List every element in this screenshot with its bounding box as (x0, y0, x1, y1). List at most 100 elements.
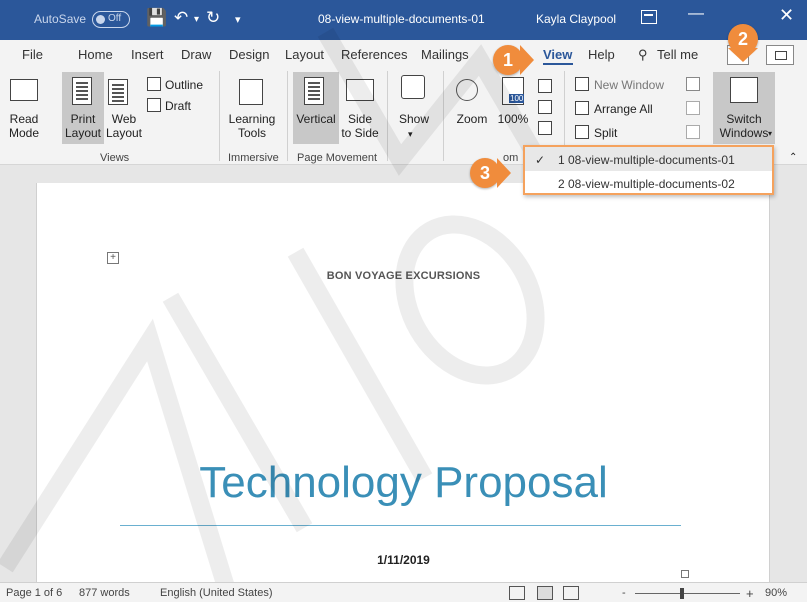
tab-home[interactable]: Home (78, 47, 113, 62)
menu-item-document-02[interactable]: 2 08-view-multiple-documents-02 (558, 177, 735, 191)
tab-view[interactable]: View (543, 47, 572, 62)
search-icon[interactable]: ⚲ (638, 47, 648, 63)
close-icon[interactable]: ✕ (779, 5, 794, 26)
read-mode-view-icon[interactable] (509, 586, 525, 600)
group-separator (443, 71, 444, 161)
customize-qat-icon[interactable]: ▾ (235, 13, 241, 26)
document-date: 1/11/2019 (377, 553, 430, 567)
views-group-label: Views (100, 152, 130, 164)
tab-draw[interactable]: Draw (181, 47, 211, 62)
web-layout-label-1: Web (111, 112, 137, 126)
vertical-button[interactable]: Vertical (293, 112, 339, 126)
web-layout-view-icon[interactable] (563, 586, 579, 600)
print-layout-label-1: Print (70, 112, 96, 126)
undo-icon[interactable]: ↶ (174, 8, 188, 28)
page-count[interactable]: Page 1 of 6 (6, 587, 62, 599)
tab-help[interactable]: Help (588, 47, 615, 62)
group-separator (219, 71, 220, 161)
hundred-badge: 100 (509, 94, 525, 103)
new-window-button[interactable]: New Window (594, 78, 664, 92)
callout-step-1: 1 (493, 45, 523, 75)
learning-tools-icon (239, 79, 263, 105)
switch-windows-button[interactable]: Switch Windows (713, 112, 775, 140)
toggle-knob (96, 15, 105, 24)
tab-insert[interactable]: Insert (131, 47, 164, 62)
switch-windows-menu: ✓ 1 08-view-multiple-documents-01 2 08-v… (523, 145, 774, 195)
one-page-icon[interactable] (538, 79, 552, 93)
tab-layout[interactable]: Layout (285, 47, 324, 62)
active-tab-indicator (543, 63, 573, 65)
side-to-side-icon (346, 79, 374, 101)
user-name[interactable]: Kayla Claypool (536, 12, 616, 26)
draft-button[interactable]: Draft (165, 99, 191, 113)
print-layout-view-icon[interactable] (537, 586, 553, 600)
autosave-label: AutoSave (34, 12, 87, 26)
zoom-slider[interactable] (635, 593, 740, 594)
synchronous-scrolling-icon[interactable] (686, 101, 700, 115)
print-layout-label-2: Layout (64, 126, 102, 140)
zoom-button[interactable]: Zoom (452, 112, 492, 126)
hundred-percent-button[interactable]: 100% (496, 112, 530, 126)
tell-me-box[interactable]: Tell me (657, 47, 698, 62)
show-button[interactable]: Show (396, 112, 432, 126)
comments-button[interactable] (766, 45, 794, 65)
outline-icon (147, 77, 161, 91)
split-icon (575, 125, 589, 139)
outline-button[interactable]: Outline (165, 78, 203, 92)
menu-item-document-01[interactable]: 1 08-view-multiple-documents-01 (558, 153, 735, 167)
learning-tools-label-1: Learning (228, 112, 276, 126)
tab-file[interactable]: File (22, 47, 43, 62)
learning-tools-label-2: Tools (237, 126, 266, 140)
switch-windows-dropdown-icon: ▾ (768, 129, 773, 138)
multiple-pages-icon[interactable] (538, 100, 552, 114)
table-anchor-icon[interactable]: + (107, 252, 119, 264)
web-layout-button[interactable]: Web Layout (104, 112, 144, 140)
side-to-side-label-1: Side (347, 112, 373, 126)
tab-references[interactable]: References (341, 47, 407, 62)
new-window-icon (575, 77, 589, 91)
group-separator (287, 71, 288, 161)
document-heading: Technology Proposal (199, 458, 608, 507)
tab-mailings[interactable]: Mailings (421, 47, 469, 62)
switch-windows-icon (730, 77, 758, 103)
zoom-percentage[interactable]: 90% (765, 587, 787, 599)
view-side-by-side-icon[interactable] (686, 77, 700, 91)
text-box-handle[interactable] (681, 570, 689, 578)
side-to-side-button[interactable]: Side to Side (340, 112, 380, 140)
redo-icon[interactable]: ↻ (206, 8, 220, 28)
callout-step-2-arrow (728, 48, 758, 62)
learning-tools-button[interactable]: Learning Tools (224, 112, 280, 140)
minimize-icon[interactable]: — (688, 5, 704, 23)
callout-step-3-arrow (497, 158, 511, 188)
zoom-out-button[interactable]: - (622, 587, 626, 599)
immersive-group-label: Immersive (228, 152, 279, 164)
checkmark-icon: ✓ (535, 153, 546, 167)
show-dropdown-icon: ▾ (408, 129, 413, 139)
word-count[interactable]: 877 words (79, 587, 130, 599)
status-bar: Page 1 of 6 877 words English (United St… (0, 582, 807, 602)
collapse-ribbon-icon[interactable]: ⌃ (789, 151, 797, 165)
switch-windows-label-2: Windows (719, 126, 769, 140)
arrange-all-button[interactable]: Arrange All (594, 102, 653, 116)
title-bar: AutoSave Off 💾 ↶ ▾ ↻ ▾ 08-view-multiple-… (0, 0, 807, 40)
print-layout-button[interactable]: Print Layout (62, 112, 104, 140)
reset-window-position-icon[interactable] (686, 125, 700, 139)
read-mode-label-1: Read (9, 112, 39, 126)
split-button[interactable]: Split (594, 126, 617, 140)
language-indicator[interactable]: English (United States) (160, 587, 273, 599)
zoom-in-button[interactable]: + (746, 586, 754, 601)
autosave-state: Off (108, 13, 122, 24)
callout-step-1-arrow (520, 45, 534, 75)
zoom-slider-thumb[interactable] (680, 588, 684, 599)
show-icon (401, 75, 425, 99)
read-mode-button[interactable]: Read Mode (4, 112, 44, 140)
tab-design[interactable]: Design (229, 47, 269, 62)
autosave-toggle[interactable]: Off (92, 11, 130, 28)
document-page[interactable] (36, 183, 770, 602)
save-icon[interactable]: 💾 (146, 8, 167, 28)
web-layout-icon (108, 79, 128, 105)
callout-step-3: 3 (470, 158, 500, 188)
page-width-icon[interactable] (538, 121, 552, 135)
undo-dropdown-icon[interactable]: ▾ (194, 14, 199, 25)
ribbon-display-options-icon[interactable] (641, 10, 657, 24)
